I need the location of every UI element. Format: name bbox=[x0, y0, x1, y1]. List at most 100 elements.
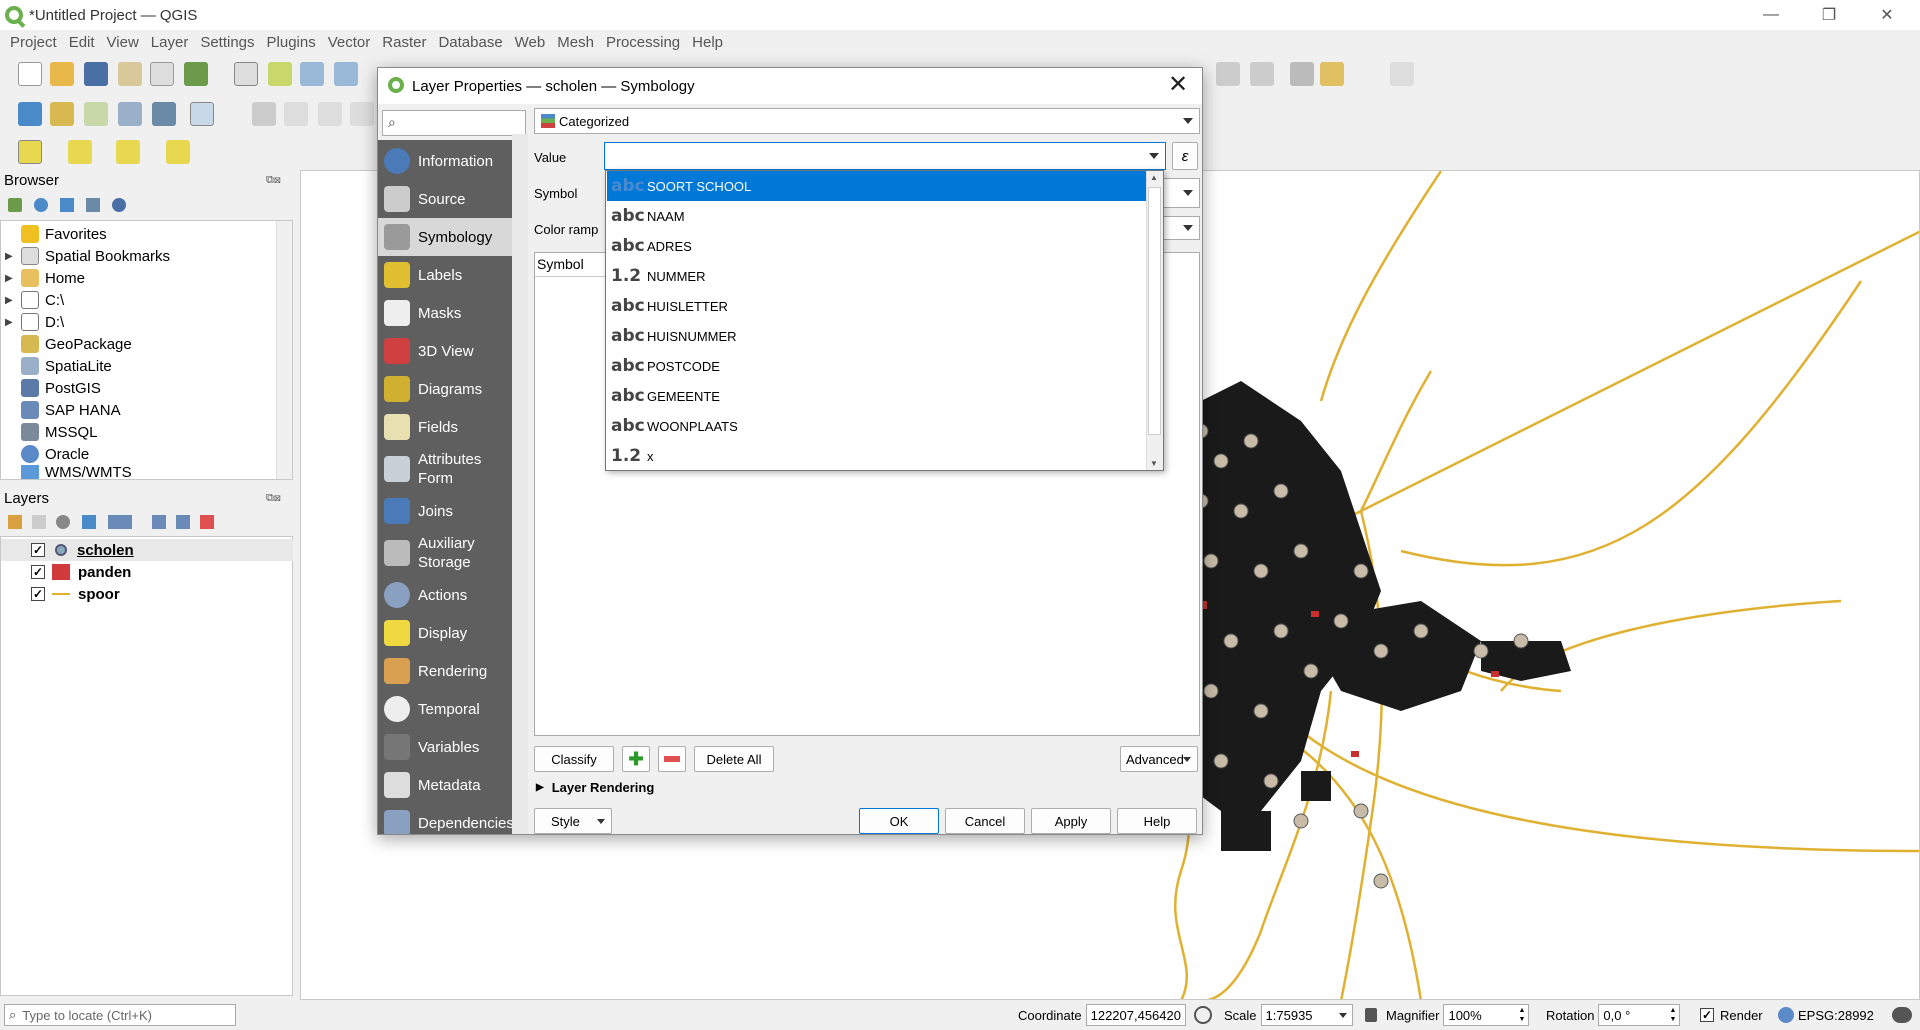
field-option-woonplaats[interactable]: abc WOONPLAATS bbox=[607, 411, 1147, 441]
field-option-huisletter[interactable]: abc HUISLETTER bbox=[607, 291, 1147, 321]
crs-globe-icon[interactable] bbox=[1778, 1007, 1794, 1023]
spin-arrows-icon[interactable]: ▲ ▼ bbox=[1669, 1006, 1676, 1024]
color-ramp-select[interactable] bbox=[1158, 216, 1200, 240]
nav-actions[interactable]: Actions bbox=[378, 576, 512, 614]
style-layer-icon[interactable] bbox=[8, 515, 22, 529]
remove-layer-icon[interactable] bbox=[200, 515, 214, 529]
new-spatialite-icon[interactable] bbox=[118, 102, 142, 126]
nav-dependencies[interactable]: Dependencies bbox=[378, 804, 512, 834]
minimize-button[interactable]: — bbox=[1742, 0, 1800, 30]
renderer-type-select[interactable]: Categorized bbox=[534, 108, 1200, 134]
messages-icon[interactable] bbox=[1892, 1007, 1912, 1023]
ok-button[interactable]: OK bbox=[859, 808, 939, 834]
expression-builder-button[interactable]: ε bbox=[1172, 142, 1198, 170]
nav-attributes-form[interactable]: Attributes Form bbox=[378, 446, 512, 492]
select-by-location-icon[interactable] bbox=[166, 140, 190, 164]
toolbar-more-icon[interactable] bbox=[1320, 62, 1344, 86]
scrollbar-thumb[interactable] bbox=[1148, 187, 1161, 435]
collapse-all-icon[interactable] bbox=[86, 198, 100, 212]
layout-manager-icon[interactable] bbox=[150, 62, 174, 86]
delete-all-button[interactable]: Delete All bbox=[694, 746, 774, 772]
nav-information[interactable]: Information bbox=[378, 142, 512, 180]
browser-item-spatial-bookmarks[interactable]: ▶ Spatial Bookmarks bbox=[1, 245, 170, 267]
browser-item-geopackage[interactable]: GeoPackage bbox=[1, 333, 132, 355]
layer-visibility-checkbox[interactable]: ✓ bbox=[31, 587, 45, 601]
browser-item-sap-hana[interactable]: SAP HANA bbox=[1, 399, 121, 421]
apply-button[interactable]: Apply bbox=[1031, 808, 1111, 834]
data-source-manager-icon[interactable] bbox=[18, 102, 42, 126]
nav-source[interactable]: Source bbox=[378, 180, 512, 218]
menu-edit[interactable]: Edit bbox=[69, 34, 95, 51]
dropdown-scrollbar[interactable]: ▲ ▼ bbox=[1146, 171, 1163, 470]
browser-item-favorites[interactable]: Favorites bbox=[1, 223, 107, 245]
field-option-x[interactable]: 1.2 x bbox=[607, 441, 1147, 471]
nav-fields[interactable]: Fields bbox=[378, 408, 512, 446]
menu-processing[interactable]: Processing bbox=[606, 34, 680, 51]
new-project-icon[interactable] bbox=[18, 62, 42, 86]
scale-select[interactable]: 1:75935 bbox=[1260, 1004, 1353, 1026]
toolbar-more-icon[interactable] bbox=[1216, 62, 1240, 86]
new-geopackage-icon[interactable] bbox=[50, 102, 74, 126]
edit-pencil-icon[interactable] bbox=[252, 102, 276, 126]
open-project-icon[interactable] bbox=[50, 62, 74, 86]
classify-button[interactable]: Classify bbox=[534, 746, 614, 772]
field-option-gemeente[interactable]: abc GEMEENTE bbox=[607, 381, 1147, 411]
nav-scrollbar[interactable] bbox=[512, 134, 528, 834]
nav-auxiliary-storage[interactable]: Auxiliary Storage bbox=[378, 530, 512, 576]
style-menu-button[interactable]: Style bbox=[534, 808, 612, 834]
menu-layer[interactable]: Layer bbox=[151, 34, 189, 51]
menu-project[interactable]: Project bbox=[10, 34, 57, 51]
nav-variables[interactable]: Variables bbox=[378, 728, 512, 766]
field-option-adres[interactable]: abc ADRES bbox=[607, 231, 1147, 261]
spin-arrows-icon[interactable]: ▲ ▼ bbox=[1519, 1006, 1526, 1024]
nav-metadata[interactable]: Metadata bbox=[378, 766, 512, 804]
browser-panel-controls[interactable]: ⧉⊠ bbox=[266, 174, 281, 187]
close-window-button[interactable]: ✕ bbox=[1858, 0, 1916, 30]
expand-all-icon[interactable] bbox=[152, 515, 166, 529]
browser-item-wms-wmts[interactable]: WMS/WMTS bbox=[1, 465, 132, 479]
nav-masks[interactable]: Masks bbox=[378, 294, 512, 332]
browser-item-c-drive[interactable]: ▶ C:\ bbox=[1, 289, 64, 311]
browser-item-mssql[interactable]: MSSQL bbox=[1, 421, 98, 443]
toolbar-more-icon[interactable] bbox=[1290, 62, 1314, 86]
add-group-icon[interactable] bbox=[32, 515, 46, 529]
value-field-select[interactable] bbox=[604, 142, 1166, 170]
nav-diagrams[interactable]: Diagrams bbox=[378, 370, 512, 408]
browser-item-postgis[interactable]: PostGIS bbox=[1, 377, 101, 399]
filter-by-expression-icon[interactable] bbox=[108, 515, 132, 529]
save-project-icon[interactable] bbox=[84, 62, 108, 86]
pan-map-icon[interactable] bbox=[234, 62, 258, 86]
nav-search-input[interactable]: ⌕ bbox=[382, 110, 526, 136]
manage-visibility-icon[interactable] bbox=[56, 515, 70, 529]
new-virtual-layer-icon[interactable] bbox=[190, 102, 214, 126]
menu-view[interactable]: View bbox=[107, 34, 139, 51]
save-edits-icon[interactable] bbox=[318, 102, 342, 126]
nav-temporal[interactable]: Temporal bbox=[378, 690, 512, 728]
field-option-soort-school[interactable]: abc SOORT SCHOOL bbox=[607, 171, 1147, 201]
add-class-button[interactable]: ✚ bbox=[622, 746, 650, 772]
menu-plugins[interactable]: Plugins bbox=[267, 34, 316, 51]
refresh-icon[interactable] bbox=[34, 198, 48, 212]
nav-3d-view[interactable]: 3D View bbox=[378, 332, 512, 370]
rotation-spinbox[interactable]: 0,0 ° ▲ ▼ bbox=[1598, 1004, 1681, 1026]
print-layout-icon[interactable] bbox=[118, 62, 142, 86]
style-manager-icon[interactable] bbox=[184, 62, 208, 86]
browser-item-home[interactable]: ▶ Home bbox=[1, 267, 85, 289]
coordinate-field[interactable]: 122207,456420 bbox=[1085, 1004, 1186, 1026]
deselect-features-icon[interactable] bbox=[116, 140, 140, 164]
layer-row-scholen[interactable]: ✓ scholen bbox=[1, 539, 293, 561]
select-by-value-icon[interactable] bbox=[68, 140, 92, 164]
menu-database[interactable]: Database bbox=[438, 34, 502, 51]
zoom-in-icon[interactable] bbox=[300, 62, 324, 86]
menu-raster[interactable]: Raster bbox=[382, 34, 426, 51]
column-header-symbol[interactable]: Symbol bbox=[535, 253, 615, 277]
select-features-icon[interactable] bbox=[18, 140, 42, 164]
field-option-nummer[interactable]: 1.2 NUMMER bbox=[607, 261, 1147, 291]
locator-search-input[interactable]: ⌕ Type to locate (Ctrl+K) bbox=[4, 1004, 236, 1026]
crs-label[interactable]: EPSG:28992 bbox=[1798, 1008, 1874, 1023]
browser-item-oracle[interactable]: Oracle bbox=[1, 443, 89, 465]
nav-symbology[interactable]: Symbology bbox=[378, 218, 512, 256]
info-icon[interactable] bbox=[112, 198, 126, 212]
menu-mesh[interactable]: Mesh bbox=[557, 34, 594, 51]
toolbar-more-icon[interactable] bbox=[1390, 62, 1414, 86]
